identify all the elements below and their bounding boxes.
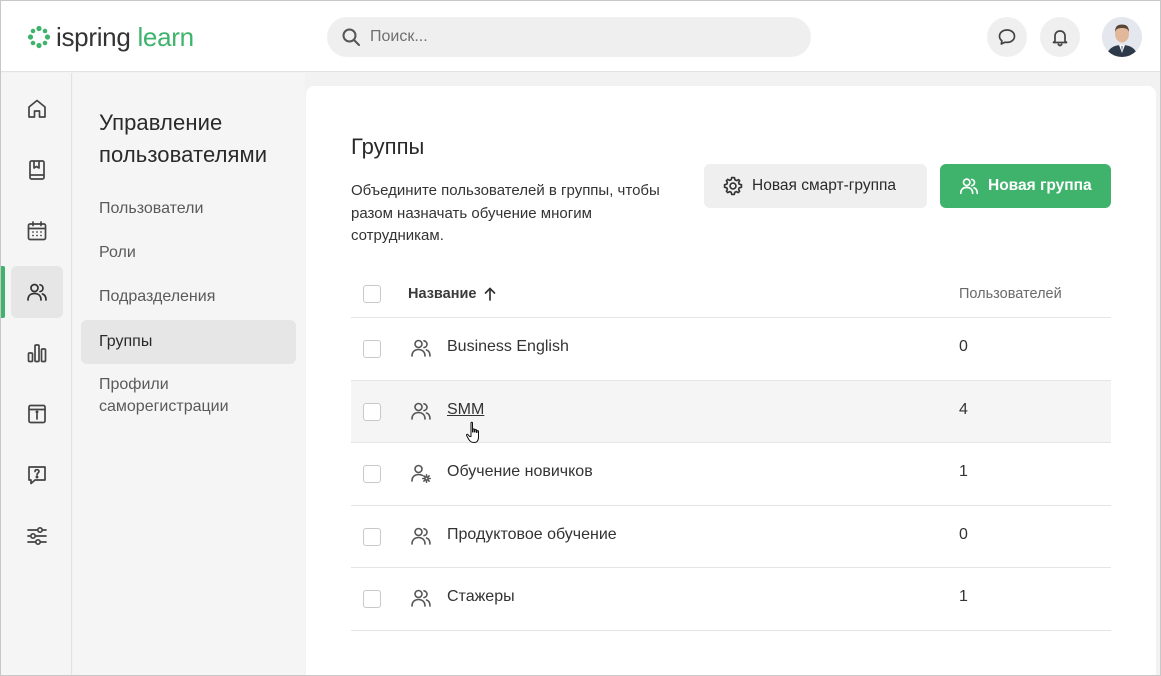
- group-name[interactable]: Стажеры: [447, 588, 515, 606]
- sort-arrow-up-icon: [485, 287, 496, 301]
- column-header-count[interactable]: Пользователей: [959, 286, 1062, 302]
- book-icon: [29, 160, 45, 180]
- submenu-item-users[interactable]: Пользователи: [81, 187, 296, 231]
- rail-item-reports[interactable]: [11, 327, 63, 379]
- ispring-logo-icon: [27, 25, 51, 49]
- home-icon: [28, 99, 46, 118]
- table-row[interactable]: Продуктовое обучение 0: [351, 506, 1111, 569]
- user-avatar[interactable]: [1102, 17, 1142, 57]
- column-name-label: Название: [408, 286, 477, 302]
- search-input[interactable]: [370, 28, 790, 46]
- rail-item-library[interactable]: [11, 144, 63, 196]
- groups-card: Группы Объедините пользователей в группы…: [306, 86, 1156, 675]
- submenu-item-roles[interactable]: Роли: [81, 231, 296, 275]
- submenu-item-groups[interactable]: Группы: [81, 320, 296, 364]
- row-checkbox[interactable]: [363, 340, 381, 358]
- row-checkbox[interactable]: [363, 590, 381, 609]
- select-all-checkbox[interactable]: [363, 285, 381, 303]
- rail-item-settings[interactable]: [11, 510, 63, 562]
- logo-text: ispring learn: [56, 22, 194, 52]
- group-user-count: 0: [959, 338, 968, 355]
- new-group-label: Новая группа: [988, 177, 1092, 194]
- search-icon: [342, 28, 360, 46]
- users-icon: [411, 527, 431, 545]
- groups-table: Название Пользователей Business English: [351, 272, 1111, 631]
- chat-icon: [998, 29, 1016, 45]
- row-checkbox[interactable]: [363, 465, 381, 484]
- new-smart-group-button[interactable]: Новая смарт-группа: [704, 164, 927, 208]
- group-name-link[interactable]: SMM: [447, 401, 484, 419]
- column-header-name[interactable]: Название: [408, 286, 498, 302]
- sliders-icon: [27, 526, 47, 546]
- users-icon: [411, 590, 431, 608]
- logo-product: learn: [137, 22, 194, 52]
- user-management-menu: Управление пользователями Пользователи Р…: [73, 73, 305, 675]
- rail-item-calendar[interactable]: [11, 205, 63, 257]
- new-group-button[interactable]: Новая группа: [940, 164, 1111, 208]
- top-header: ispring learn: [1, 1, 1160, 72]
- rail-item-home[interactable]: [11, 83, 63, 135]
- table-header: Название Пользователей: [351, 272, 1111, 318]
- submenu-title: Управление пользователями: [99, 110, 268, 167]
- info-board-icon: [28, 404, 46, 424]
- bell-icon: [1052, 30, 1068, 47]
- row-checkbox[interactable]: [363, 402, 381, 421]
- rail-item-news[interactable]: [11, 388, 63, 440]
- logo-brand: ispring: [56, 22, 131, 52]
- users-icon: [959, 178, 979, 195]
- new-smart-group-label: Новая смарт-группа: [752, 177, 897, 194]
- group-user-count: 0: [959, 525, 968, 543]
- active-indicator: [1, 266, 5, 318]
- avatar-image: [1102, 17, 1142, 57]
- bar-chart-icon: [27, 344, 47, 363]
- users-icon: [411, 402, 431, 420]
- user-gear-icon: [411, 464, 431, 484]
- rail-item-help[interactable]: [11, 449, 63, 501]
- table-row[interactable]: Business English 0: [351, 318, 1111, 381]
- users-icon: [27, 283, 47, 301]
- users-icon: [411, 339, 431, 357]
- group-user-count: 1: [959, 588, 968, 606]
- group-user-count: 4: [959, 400, 968, 418]
- table-row[interactable]: Стажеры 1: [351, 568, 1111, 631]
- app-window: ispring learn Поиск... Управление пользо…: [0, 0, 1161, 676]
- search-box[interactable]: [327, 17, 811, 57]
- group-name[interactable]: Обучение новичков: [447, 463, 593, 481]
- gear-icon: [723, 176, 743, 196]
- calendar-icon: [27, 221, 47, 241]
- group-name[interactable]: Продуктовое обучение: [447, 526, 617, 544]
- page-description: Объедините пользователей в группы, чтобы…: [351, 182, 660, 244]
- question-chat-icon: [28, 466, 46, 485]
- icon-rail: [1, 73, 72, 675]
- table-row[interactable]: SMM 4: [351, 380, 1111, 444]
- chat-button[interactable]: [987, 17, 1027, 57]
- logo[interactable]: ispring learn: [27, 21, 194, 53]
- group-user-count: 1: [959, 463, 968, 481]
- notifications-button[interactable]: [1040, 17, 1080, 57]
- submenu-item-departments[interactable]: Подразделения: [81, 275, 296, 319]
- submenu-item-self-registration[interactable]: Профили саморегистрации: [81, 363, 281, 429]
- hand-cursor-icon: [465, 421, 479, 443]
- page-title: Группы: [351, 134, 425, 159]
- table-row[interactable]: Обучение новичков 1: [351, 443, 1111, 506]
- group-name[interactable]: Business English: [447, 338, 569, 356]
- rail-item-users[interactable]: [11, 266, 63, 318]
- row-checkbox[interactable]: [363, 527, 381, 546]
